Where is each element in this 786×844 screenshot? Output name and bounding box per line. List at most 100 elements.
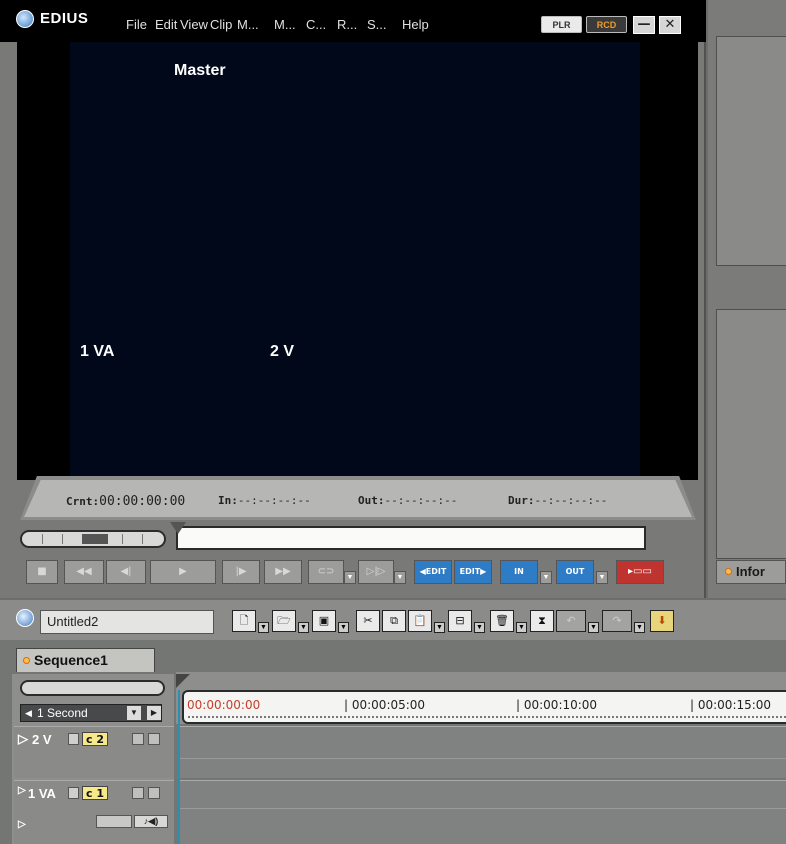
lock-icon[interactable] bbox=[68, 733, 79, 745]
save-project-icon[interactable]: ▣ bbox=[312, 610, 336, 632]
loop-dropdown[interactable]: ▼ bbox=[344, 571, 356, 584]
save-dropdown[interactable]: ▼ bbox=[338, 622, 349, 633]
rewind-button[interactable]: ◀◀ bbox=[64, 560, 104, 584]
visibility-icon[interactable] bbox=[132, 787, 144, 799]
expand-arrow-icon[interactable]: ▷ bbox=[18, 731, 28, 747]
scale-left-icon[interactable]: ◀ bbox=[25, 705, 32, 721]
edit-forward-button[interactable]: EDIT▶ bbox=[454, 560, 492, 584]
lock-icon[interactable] bbox=[68, 787, 79, 799]
cut-icon[interactable]: ✂ bbox=[356, 610, 380, 632]
paste-icon[interactable]: 📋 bbox=[408, 610, 432, 632]
shuttle-tick bbox=[142, 534, 143, 544]
project-name-field[interactable]: Untitled2 bbox=[40, 610, 214, 634]
crnt-label: Crnt: bbox=[66, 495, 100, 508]
delete-icon[interactable]: 🗑 bbox=[490, 610, 514, 632]
track-header-2v[interactable]: ▷ 2 V c 2 bbox=[14, 726, 174, 778]
loop-button[interactable]: ⊂⊃ bbox=[308, 560, 344, 584]
ruler-mark-15s: | 00:00:15:00 bbox=[690, 698, 772, 712]
timecode-current: Crnt:00:00:00:00 bbox=[66, 494, 185, 509]
mixer-icon[interactable] bbox=[148, 733, 160, 745]
expand-arrow-icon[interactable]: ▷ bbox=[18, 785, 26, 796]
track-header-1va[interactable]: ▷ 1 VA c 1 ▷ ♪◀) bbox=[14, 780, 174, 844]
redo-icon[interactable]: ↷ bbox=[602, 610, 632, 632]
undo-dropdown[interactable]: ▼ bbox=[588, 622, 599, 633]
menu-edit[interactable]: Edit bbox=[155, 17, 177, 32]
new-dropdown[interactable]: ▼ bbox=[258, 622, 269, 633]
close-button[interactable]: ✕ bbox=[659, 16, 681, 34]
play-around-button[interactable]: ▷|▷ bbox=[358, 560, 394, 584]
in-value: --:--:--:-- bbox=[237, 494, 311, 507]
audio-expand-arrow-icon[interactable]: ▷ bbox=[18, 819, 26, 830]
ripple-icon[interactable]: ⧗ bbox=[530, 610, 554, 632]
set-out-button[interactable]: OUT bbox=[556, 560, 594, 584]
paste-dropdown[interactable]: ▼ bbox=[434, 622, 445, 633]
channel-box[interactable]: c 1 bbox=[82, 786, 109, 800]
menu-view[interactable]: View bbox=[180, 17, 208, 32]
insert-mode-icon[interactable]: ⬇ bbox=[650, 610, 674, 632]
new-sequence-icon[interactable]: 🗋 bbox=[232, 610, 256, 632]
shuttle-slider[interactable] bbox=[20, 530, 166, 548]
open-project-icon[interactable]: 🗁 bbox=[272, 610, 296, 632]
out-value: --:--:--:-- bbox=[384, 494, 458, 507]
sequence-tab[interactable]: Sequence1 bbox=[16, 648, 155, 672]
replace-dropdown[interactable]: ▼ bbox=[474, 622, 485, 633]
recorder-mode-button[interactable]: RCD bbox=[586, 16, 627, 33]
mixer-icon[interactable] bbox=[148, 787, 160, 799]
audio-waveform-icon[interactable]: ♪◀) bbox=[134, 815, 168, 828]
undo-icon[interactable]: ↶ bbox=[556, 610, 586, 632]
menu-capture[interactable]: C... bbox=[306, 17, 326, 32]
redo-dropdown[interactable]: ▼ bbox=[634, 622, 645, 633]
step-forward-button[interactable]: |▶ bbox=[222, 560, 260, 584]
step-back-button[interactable]: ◀| bbox=[106, 560, 146, 584]
audio-volume-box[interactable] bbox=[96, 815, 132, 828]
menu-mode[interactable]: M... bbox=[274, 17, 296, 32]
out-label: Out: bbox=[358, 494, 385, 507]
stop-button[interactable]: ■ bbox=[26, 560, 58, 584]
tab-indicator-icon bbox=[725, 568, 732, 575]
track-row-1va[interactable] bbox=[178, 780, 786, 844]
menu-settings[interactable]: S... bbox=[367, 17, 387, 32]
in-label: In: bbox=[218, 494, 238, 507]
set-out-dropdown[interactable]: ▼ bbox=[596, 571, 608, 584]
menu-help[interactable]: Help bbox=[402, 17, 429, 32]
fast-forward-button[interactable]: ▶▶ bbox=[264, 560, 302, 584]
dur-value: --:--:--:-- bbox=[534, 494, 608, 507]
shuttle-tick bbox=[122, 534, 123, 544]
information-tab[interactable]: Infor bbox=[716, 560, 786, 584]
tab-indicator-icon bbox=[23, 657, 30, 664]
menu-file[interactable]: File bbox=[126, 17, 147, 32]
copy-icon[interactable]: ⧉ bbox=[382, 610, 406, 632]
menu-marker[interactable]: M... bbox=[237, 17, 259, 32]
menu-render[interactable]: R... bbox=[337, 17, 357, 32]
scale-right-icon[interactable]: ▶ bbox=[147, 706, 161, 720]
play-around-dropdown[interactable]: ▼ bbox=[394, 571, 406, 584]
edius-logo-icon bbox=[16, 10, 34, 28]
timeline-zoom-slider[interactable] bbox=[20, 680, 165, 696]
scrub-bar[interactable] bbox=[176, 526, 646, 550]
shuttle-knob[interactable] bbox=[82, 534, 108, 544]
timescale-dropdown-icon[interactable]: ▼ bbox=[127, 706, 141, 720]
track-name: 1 VA bbox=[28, 786, 56, 801]
timescale-select[interactable]: ◀ 1 Second ▼ ▶ bbox=[20, 704, 162, 722]
replace-clip-icon[interactable]: ⊟ bbox=[448, 610, 472, 632]
insert-to-timeline-button[interactable]: ▸▭▭ bbox=[616, 560, 664, 584]
palette-panel bbox=[716, 309, 786, 559]
play-button[interactable]: ▶ bbox=[150, 560, 216, 584]
player-mode-button[interactable]: PLR bbox=[541, 16, 582, 33]
visibility-icon[interactable] bbox=[132, 733, 144, 745]
ruler-current-time: 00:00:00:00 bbox=[187, 698, 261, 712]
set-in-button[interactable]: IN bbox=[500, 560, 538, 584]
preview-video-area bbox=[70, 42, 640, 480]
channel-box[interactable]: c 2 bbox=[82, 732, 109, 746]
track-row-2v[interactable] bbox=[178, 726, 786, 778]
delete-dropdown[interactable]: ▼ bbox=[516, 622, 527, 633]
timecode-dur: Dur:--:--:--:-- bbox=[508, 494, 607, 507]
shuttle-tick bbox=[62, 534, 63, 544]
open-dropdown[interactable]: ▼ bbox=[298, 622, 309, 633]
minimize-button[interactable]: — bbox=[633, 16, 655, 34]
edit-back-button[interactable]: ◀EDIT bbox=[414, 560, 452, 584]
track-name: 2 V bbox=[32, 732, 52, 747]
timecode-out: Out:--:--:--:-- bbox=[358, 494, 457, 507]
menu-clip[interactable]: Clip bbox=[210, 17, 232, 32]
set-in-dropdown[interactable]: ▼ bbox=[540, 571, 552, 584]
